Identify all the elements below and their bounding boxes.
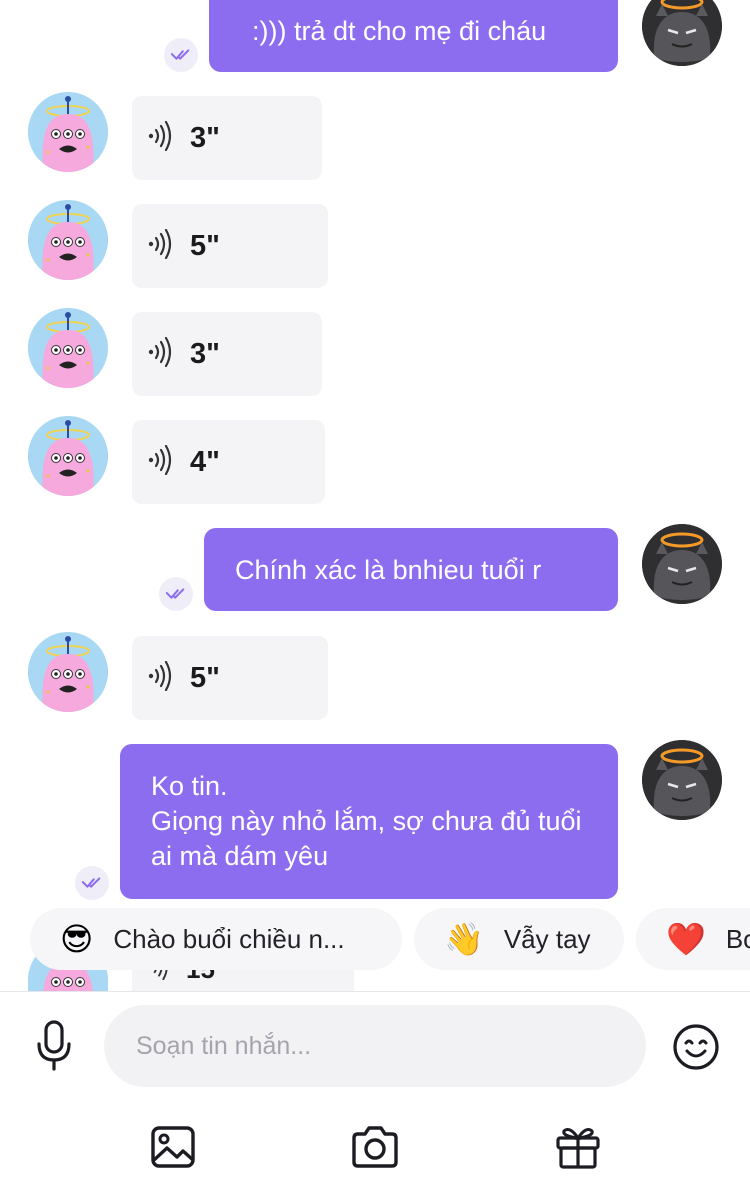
double-check-icon xyxy=(75,866,109,900)
smiley-icon[interactable] xyxy=(672,1023,720,1071)
avatar[interactable] xyxy=(28,92,108,172)
avatar[interactable] xyxy=(28,308,108,388)
suggestion-chip[interactable]: 👋 Vẫy tay xyxy=(414,908,624,970)
sun-sunglasses-emoji: 😎 xyxy=(60,921,94,957)
sound-wave-icon xyxy=(146,661,176,696)
sound-wave-icon xyxy=(146,121,176,156)
voice-duration: 5" xyxy=(190,661,220,694)
message-input[interactable]: Soạn tin nhắn... xyxy=(104,1005,646,1087)
outgoing-message[interactable]: Chính xác là bnhieu tuổi r xyxy=(204,528,618,611)
avatar[interactable] xyxy=(642,0,722,66)
suggestion-label: Vẫy tay xyxy=(503,923,591,954)
double-check-icon xyxy=(164,38,198,72)
camera-icon[interactable] xyxy=(350,1124,400,1170)
image-icon[interactable] xyxy=(150,1124,196,1170)
suggestion-chip[interactable]: 😎 Chào buổi chiều n... xyxy=(30,908,402,970)
avatar[interactable] xyxy=(28,200,108,280)
suggestion-label: Chào buổi chiều n... xyxy=(113,923,345,954)
sound-wave-icon xyxy=(146,229,176,264)
outgoing-message[interactable]: Ko tin. Giọng này nhỏ lắm, sợ chưa đủ tu… xyxy=(120,744,618,899)
avatar[interactable] xyxy=(28,416,108,496)
voice-duration: 3" xyxy=(190,337,220,370)
voice-message[interactable]: 5" xyxy=(132,204,328,288)
double-check-icon xyxy=(159,577,193,611)
voice-message[interactable]: 5" xyxy=(132,636,328,720)
voice-duration: 4" xyxy=(190,445,220,478)
microphone-icon[interactable] xyxy=(34,1020,74,1072)
red-heart-emoji: ❤️ xyxy=(666,921,706,957)
gift-icon[interactable] xyxy=(554,1122,602,1170)
suggestion-label: Bo xyxy=(725,923,750,954)
voice-message[interactable]: 4" xyxy=(132,420,325,504)
voice-message[interactable]: 3" xyxy=(132,312,322,396)
message-input-placeholder: Soạn tin nhắn... xyxy=(136,1031,312,1060)
avatar[interactable] xyxy=(642,524,722,604)
divider xyxy=(0,991,750,992)
sound-wave-icon xyxy=(146,337,176,372)
avatar[interactable] xyxy=(28,632,108,712)
outgoing-message[interactable]: :))) trả dt cho mẹ đi cháu xyxy=(209,0,618,72)
sound-wave-icon xyxy=(146,445,176,480)
voice-duration: 5" xyxy=(190,229,220,262)
avatar[interactable] xyxy=(642,740,722,820)
suggestion-chip[interactable]: ❤️ Bo xyxy=(636,908,750,970)
waving-hand-emoji: 👋 xyxy=(444,921,484,957)
voice-duration: 3" xyxy=(190,121,220,154)
voice-message[interactable]: 3" xyxy=(132,96,322,180)
